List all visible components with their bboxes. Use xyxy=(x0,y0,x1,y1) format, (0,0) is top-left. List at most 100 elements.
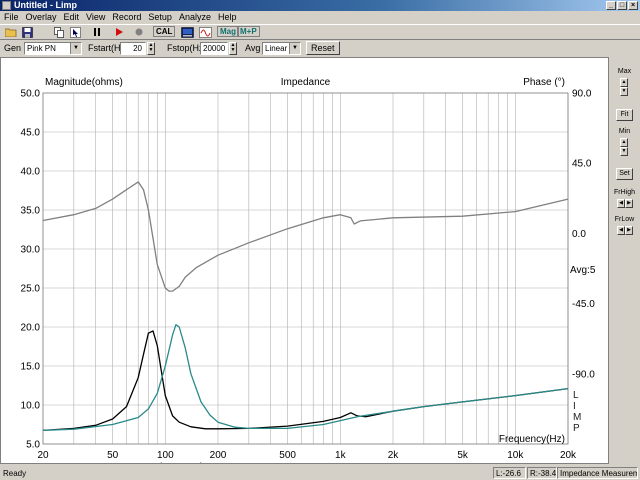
menu-help[interactable]: Help xyxy=(214,11,240,24)
chart-title: Impedance xyxy=(281,77,331,88)
status-bar: Ready L:-26.6 R:-38.4 Impedance Measurem… xyxy=(0,466,640,480)
y2-axis-label: Phase (°) xyxy=(523,77,565,88)
y-axis-label: Magnitude(ohms) xyxy=(45,77,123,88)
window-title: Untitled - Limp xyxy=(14,0,77,10)
cursor-icon[interactable] xyxy=(68,26,82,38)
cursor-readout: Cursor: 20.00 Hz, 6.74 Ohm, 8.3 deg xyxy=(49,462,213,463)
y-tick-label: 15.0 xyxy=(21,362,41,373)
menu-analyze[interactable]: Analyze xyxy=(175,11,214,24)
y-tick-label: 40.0 xyxy=(21,167,41,178)
close-button[interactable]: × xyxy=(628,1,638,10)
series-line-0 xyxy=(42,330,569,432)
frlow-left-button[interactable]: ◀ xyxy=(617,226,625,235)
x-tick-label: 1k xyxy=(335,450,347,461)
cal-button[interactable]: CAL xyxy=(153,26,176,37)
menu-setup[interactable]: Setup xyxy=(144,11,175,24)
title-bar: Untitled - Limp _ □ × xyxy=(0,0,640,11)
status-ready: Ready xyxy=(3,469,27,478)
max-label: Max xyxy=(617,68,632,75)
x-tick-label: 20 xyxy=(37,450,49,461)
save-icon[interactable] xyxy=(20,26,34,38)
y2-tick-label: -90.0 xyxy=(572,369,595,380)
y-tick-label: 50.0 xyxy=(21,89,41,100)
min-label: Min xyxy=(618,128,631,135)
x-tick-label: 10k xyxy=(507,450,524,461)
generator-display-icon[interactable] xyxy=(180,26,194,38)
status-right-level: R:-38.4 xyxy=(527,467,557,479)
toolbar: CAL Mag M+P xyxy=(0,24,640,40)
y2-tick-label: 45.0 xyxy=(572,159,592,170)
app-icon xyxy=(2,1,11,10)
maximize-button[interactable]: □ xyxy=(617,1,627,10)
menu-record[interactable]: Record xyxy=(108,11,144,24)
chart-traces xyxy=(42,181,569,432)
watermark-letter: I xyxy=(573,401,576,412)
y-tick-label: 10.0 xyxy=(21,401,41,412)
max-up-button[interactable]: ▲ xyxy=(620,78,628,87)
avg-select[interactable]: Linear ▼ xyxy=(262,42,301,55)
x-tick-label: 20k xyxy=(560,450,577,461)
series-line-1 xyxy=(42,324,569,432)
y-tick-label: 20.0 xyxy=(21,323,41,334)
record-icon[interactable] xyxy=(132,26,146,38)
menu-overlay[interactable]: Overlay xyxy=(22,11,60,24)
x-axis-label: Frequency(Hz) xyxy=(499,434,565,445)
avg-label: Avg xyxy=(245,43,261,53)
y2-tick-label: 0.0 xyxy=(572,229,586,240)
copy-icon[interactable] xyxy=(52,26,66,38)
avg-value: Linear xyxy=(265,44,288,53)
menu-view[interactable]: View xyxy=(82,11,108,24)
frlow-label: FrLow xyxy=(614,216,635,223)
fstop-spinner[interactable]: ▲ ▼ xyxy=(229,42,237,55)
y2-tick-label: -45.0 xyxy=(572,299,595,310)
y-tick-label: 30.0 xyxy=(21,245,41,256)
y2-tick-label: 90.0 xyxy=(572,89,592,100)
watermark-letter: P xyxy=(573,423,580,434)
mag-phase-button[interactable]: M+P xyxy=(237,26,260,37)
fstart-input[interactable]: 20 xyxy=(120,42,146,55)
chart-grid xyxy=(42,92,569,445)
avg-count-label: Avg:5 xyxy=(570,265,596,276)
open-folder-icon[interactable] xyxy=(4,26,18,38)
frlow-right-button[interactable]: ▶ xyxy=(625,226,633,235)
watermark-letter: M xyxy=(573,412,581,423)
wave-icon[interactable] xyxy=(198,26,212,38)
pause-icon[interactable] xyxy=(90,26,104,38)
fstart-spinner[interactable]: ▲ ▼ xyxy=(147,42,155,55)
x-tick-label: 50 xyxy=(107,450,119,461)
status-left-level: L:-26.6 xyxy=(493,467,526,479)
menu-file[interactable]: File xyxy=(0,11,22,24)
y-tick-label: 5.0 xyxy=(26,440,40,451)
chevron-down-icon: ▼ xyxy=(70,43,81,54)
play-icon[interactable] xyxy=(112,26,126,38)
frhigh-right-button[interactable]: ▶ xyxy=(625,199,633,208)
menu-edit[interactable]: Edit xyxy=(60,11,83,24)
fstop-input[interactable]: 20000 xyxy=(200,42,228,55)
x-tick-label: 5k xyxy=(457,450,469,461)
frhigh-label: FrHigh xyxy=(613,189,635,196)
max-down-button[interactable]: ▼ xyxy=(620,87,628,96)
fit-button[interactable]: Fit xyxy=(616,109,633,121)
frhigh-left-button[interactable]: ◀ xyxy=(617,199,625,208)
set-button[interactable]: Set xyxy=(616,168,633,180)
impedance-plot[interactable]: 50.0 45.0 40.0 35.0 30.0 25.0 20.0 15.0 10.0 5.0 9… xyxy=(0,57,609,464)
impedance-chart[interactable]: 50.0 45.0 40.0 35.0 30.0 25.0 20.0 15.0 10.0 5.0 9… xyxy=(1,58,608,463)
y-tick-label: 35.0 xyxy=(21,206,41,217)
status-mode: Impedance Measurement xyxy=(557,467,638,479)
x-tick-label: 200 xyxy=(210,450,227,461)
mag-button[interactable]: Mag xyxy=(217,26,239,37)
reset-button[interactable]: Reset xyxy=(306,41,340,55)
generator-value: Pink PN xyxy=(27,44,56,53)
plot-frame xyxy=(42,92,569,445)
minimize-button[interactable]: _ xyxy=(606,1,616,10)
x-tick-label: 500 xyxy=(279,450,296,461)
gen-label: Gen xyxy=(4,43,22,53)
generator-select[interactable]: Pink PN ▼ xyxy=(24,42,82,55)
series-line-2 xyxy=(42,181,569,292)
y-tick-label: 45.0 xyxy=(21,128,41,139)
min-down-button[interactable]: ▼ xyxy=(620,147,628,156)
y-tick-label: 25.0 xyxy=(21,284,41,295)
min-up-button[interactable]: ▲ xyxy=(620,138,628,147)
x-tick-label: 2k xyxy=(388,450,400,461)
watermark-letter: L xyxy=(573,390,579,401)
